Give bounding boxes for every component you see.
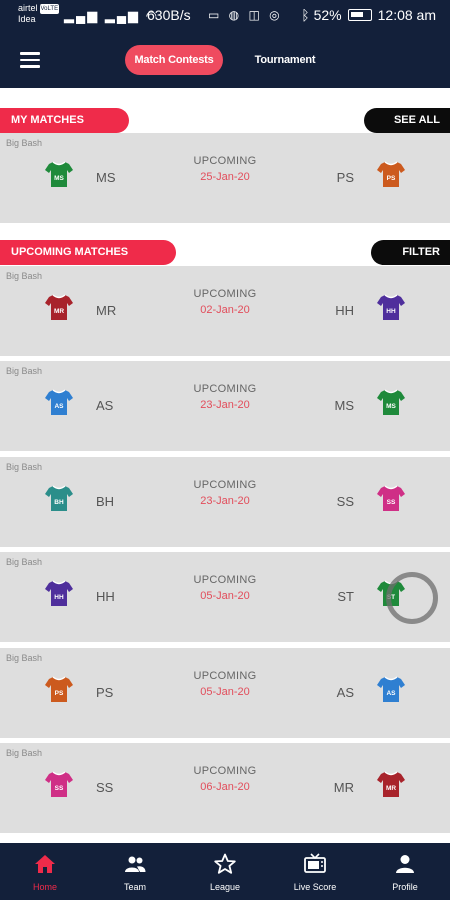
status-right: ᛒ 52% 12:08 am [301, 7, 436, 23]
person-icon [393, 852, 417, 876]
bluetooth-icon: ᛒ [301, 7, 310, 23]
nav-home-label: Home [32, 882, 57, 892]
away-jersey-icon: AS [376, 674, 406, 704]
my-matches-header: MY MATCHES [0, 108, 129, 133]
match-card[interactable]: Big Bash PS PS UPCOMING 05-Jan-20 AS AS [0, 648, 450, 738]
battery-icon [347, 9, 372, 21]
volte-badge: VoLTE [39, 4, 60, 14]
network-speed: 630B/s [147, 7, 191, 23]
home-icon [33, 852, 57, 876]
svg-text:PS: PS [387, 175, 396, 182]
menu-icon[interactable] [20, 52, 40, 68]
svg-text:MR: MR [386, 785, 396, 792]
tv-icon [303, 852, 327, 876]
nav-home[interactable]: Home [12, 843, 78, 900]
away-team-code: MR [333, 780, 354, 795]
away-team-code: MS [334, 398, 355, 413]
league-name: Big Bash [6, 271, 43, 281]
svg-text:SS: SS [387, 499, 396, 506]
away-jersey-icon: MR [376, 769, 406, 799]
svg-text:MS: MS [386, 403, 396, 410]
star-icon [213, 852, 237, 876]
bottom-navigation: Home Team League Live Score Profile [0, 843, 450, 900]
carrier-secondary: Idea [18, 14, 36, 24]
league-name: Big Bash [6, 653, 43, 663]
nav-profile[interactable]: Profile [372, 843, 438, 900]
battery-percent: 52% [313, 7, 342, 23]
match-card[interactable]: Big Bash BH BH UPCOMING 23-Jan-20 SS SS [0, 457, 450, 547]
nav-league[interactable]: League [192, 843, 258, 900]
filter-button[interactable]: FILTER [371, 240, 450, 265]
league-name: Big Bash [6, 366, 43, 376]
notification-icons: ▭ ◍ ◫ ◎ [208, 8, 283, 22]
carrier-primary: airtel [18, 3, 38, 13]
away-team-code: PS [336, 170, 354, 185]
tab-match-contests[interactable]: Match Contests [125, 45, 223, 75]
nav-profile-label: Profile [392, 882, 418, 892]
away-team-code: HH [335, 303, 354, 318]
nav-live-score-label: Live Score [293, 882, 337, 892]
match-card[interactable]: Big Bash AS AS UPCOMING 23-Jan-20 MS MS [0, 361, 450, 451]
nav-league-label: League [209, 882, 241, 892]
away-jersey-icon: MS [376, 387, 406, 417]
match-card[interactable]: Big Bash HH HH UPCOMING 05-Jan-20 ST ST [0, 552, 450, 642]
away-team-code: SS [336, 494, 354, 509]
away-jersey-icon: PS [376, 159, 406, 189]
svg-text:AS: AS [386, 690, 396, 697]
team-icon [123, 852, 147, 876]
league-name: Big Bash [6, 557, 43, 567]
carrier-info: airtel VoLTE Idea [18, 3, 60, 24]
league-name: Big Bash [6, 138, 43, 148]
away-jersey-icon: SS [376, 483, 406, 513]
league-name: Big Bash [6, 748, 43, 758]
tab-tournament[interactable]: Tournament [238, 45, 332, 75]
league-name: Big Bash [6, 462, 43, 472]
away-jersey-icon: HH [376, 292, 406, 322]
see-all-button[interactable]: SEE ALL [364, 108, 450, 133]
away-team-code: AS [336, 685, 354, 700]
nav-team-label: Team [123, 882, 146, 892]
nav-live-score[interactable]: Live Score [280, 843, 350, 900]
clock: 12:08 am [377, 7, 436, 23]
status-bar: airtel VoLTE Idea ▂▄▆ ▂▄▆ ◠ 630B/s ▭ ◍ ◫ … [0, 0, 450, 34]
upcoming-matches-header: UPCOMING MATCHES [0, 240, 176, 265]
signal-icon: ▂▄▆ ▂▄▆ ◠ [64, 8, 159, 23]
match-card[interactable]: Big Bash MS MS UPCOMING 25-Jan-20 PS PS [0, 133, 450, 223]
nav-team[interactable]: Team [102, 843, 168, 900]
match-card[interactable]: Big Bash SS SS UPCOMING 06-Jan-20 MR MR [0, 743, 450, 833]
match-card[interactable]: Big Bash MR MR UPCOMING 02-Jan-20 HH HH [0, 266, 450, 356]
app-bar: Match Contests Tournament [0, 34, 450, 88]
away-team-code: ST [337, 589, 354, 604]
touch-indicator [386, 572, 438, 624]
svg-text:HH: HH [386, 308, 396, 315]
